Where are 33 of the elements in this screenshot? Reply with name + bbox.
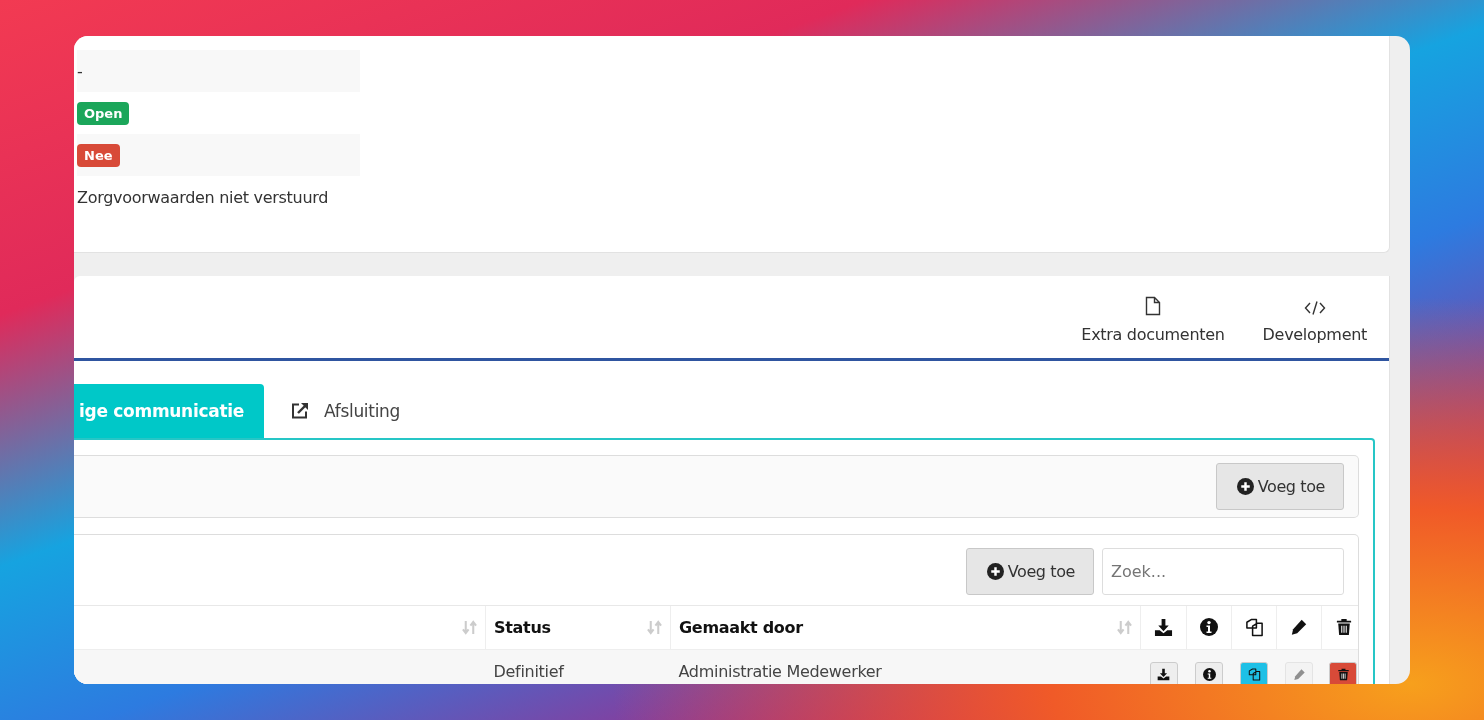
plus-circle-icon [1236,477,1254,495]
action-button[interactable] [1195,661,1223,684]
plus-circle-icon [986,562,1004,580]
table-cell: Definitief [485,649,671,684]
pencil-icon [1290,618,1308,637]
code-icon [1303,300,1326,316]
trash-icon [1336,668,1350,682]
copy-icon [1244,617,1264,637]
status-badge: Open [77,101,130,125]
copy-icon [1247,668,1261,682]
download-icon [1154,617,1173,637]
pencil-icon [1292,668,1306,682]
nav-link[interactable]: Development [1262,276,1367,358]
status-badge: Nee [77,143,120,167]
action-button[interactable] [1149,661,1178,684]
column-header[interactable]: Gemaakt door [670,605,1141,650]
tab[interactable]: Afsluiting [264,384,427,438]
add-button[interactable]: Voeg toe [965,547,1094,595]
external-link-icon [290,401,310,421]
table-cell: Administratie Medewerker [670,649,1141,684]
info-icon [1200,618,1218,637]
column-header[interactable]: Status [485,605,671,650]
trash-icon [1335,618,1352,637]
action-button[interactable] [1329,661,1358,684]
detail-value: - [77,61,83,81]
detail-value: Zorgvoorwaarden niet verstuurd [77,187,329,207]
file-icon [1144,296,1161,316]
add-button[interactable]: Voeg toe [1215,462,1344,510]
action-button[interactable] [1240,661,1268,684]
nav-link[interactable]: Extra documenten [1081,276,1225,358]
search-field[interactable]: Zoek... [1102,547,1344,595]
download-icon [1157,668,1170,682]
info-icon [1202,668,1216,682]
